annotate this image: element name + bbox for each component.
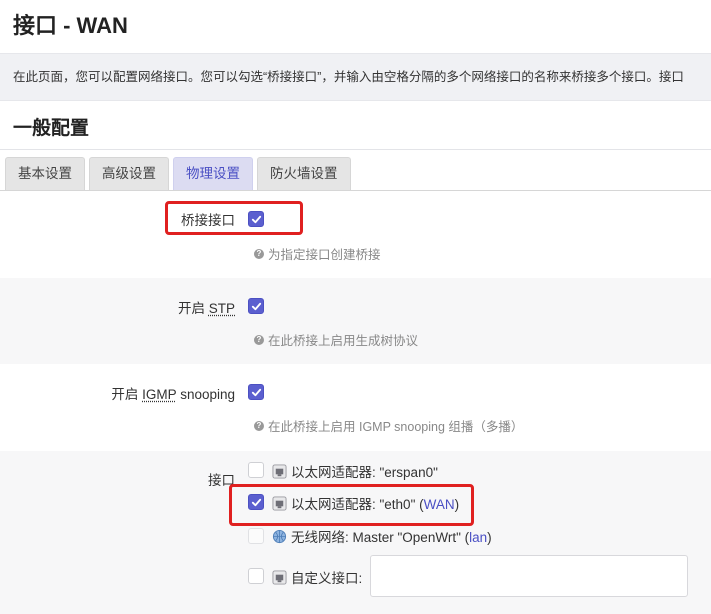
igmp-label-suffix: snooping — [176, 387, 235, 402]
igmp-abbr: IGMP — [142, 387, 177, 402]
ethernet-port-icon — [272, 569, 287, 585]
wifi-globe-icon — [272, 529, 287, 544]
stp-help-text: 在此桥接上启用生成树协议 — [268, 334, 419, 348]
igmp-help: ? 在此桥接上启用 IGMP snooping 组播（多播） — [254, 416, 523, 435]
stp-label: 开启 STP — [178, 297, 235, 317]
checkmark-icon — [251, 302, 261, 310]
bridge-label: 桥接接口 — [181, 213, 235, 228]
iface-eth0-option[interactable]: 以太网适配器: "eth0" (WAN) — [272, 493, 459, 513]
iface-custom-label: 自定义接口: — [291, 571, 363, 586]
iface-erspan0-checkbox[interactable] — [248, 462, 264, 478]
igmp-checkbox[interactable] — [248, 384, 264, 400]
iface-erspan0-option[interactable]: 以太网适配器: "erspan0" — [272, 461, 438, 481]
iface-wireless-text: 无线网络: Master "OpenWrt" ( — [291, 530, 470, 545]
bridge-checkbox[interactable] — [248, 211, 264, 227]
iface-wireless-suffix: ) — [487, 530, 492, 545]
bridge-row: 桥接接口 ? 为指定接口创建桥接 — [0, 191, 711, 278]
question-circle-icon: ? — [254, 420, 264, 431]
checkmark-icon — [251, 388, 261, 396]
iface-eth0-network-link[interactable]: WAN — [424, 497, 455, 512]
igmp-label: 开启 IGMP snooping — [111, 383, 235, 403]
bridge-help-text: 为指定接口创建桥接 — [268, 248, 381, 262]
stp-help: ? 在此桥接上启用生成树协议 — [254, 330, 418, 349]
stp-checkbox[interactable] — [248, 298, 264, 314]
iface-wireless-option[interactable]: 无线网络: Master "OpenWrt" (lan) — [272, 526, 492, 546]
tab-basic-settings[interactable]: 基本设置 — [5, 157, 85, 191]
tab-physical-settings[interactable]: 物理设置 — [173, 157, 253, 191]
section-divider — [0, 149, 711, 150]
checkmark-icon — [251, 498, 261, 506]
iface-wireless-checkbox[interactable] — [248, 528, 264, 544]
ethernet-port-icon — [272, 495, 287, 511]
iface-custom-checkbox[interactable] — [248, 568, 264, 584]
section-title: 一般配置 — [13, 118, 90, 139]
tab-bar: 基本设置 高级设置 物理设置 防火墙设置 — [5, 157, 351, 191]
custom-interface-input[interactable] — [370, 555, 688, 597]
iface-erspan0-label: 以太网适配器: "erspan0" — [291, 465, 438, 480]
tab-advanced-settings[interactable]: 高级设置 — [89, 157, 169, 191]
igmp-row: 开启 IGMP snooping ? 在此桥接上启用 IGMP snooping… — [0, 364, 711, 451]
ethernet-port-icon — [272, 463, 287, 479]
stp-label-prefix: 开启 — [177, 301, 209, 316]
iface-eth0-text: 以太网适配器: "eth0" ( — [291, 497, 424, 512]
iface-eth0-label: 以太网适配器: "eth0" (WAN) — [291, 493, 459, 513]
question-circle-icon: ? — [254, 334, 264, 345]
iface-eth0-suffix: ) — [454, 497, 460, 512]
stp-row: 开启 STP ? 在此桥接上启用生成树协议 — [0, 278, 711, 364]
iface-wireless-label: 无线网络: Master "OpenWrt" (lan) — [291, 526, 492, 546]
question-circle-icon: ? — [254, 248, 264, 259]
iface-eth0-checkbox[interactable] — [248, 494, 264, 510]
igmp-label-prefix: 开启 — [111, 387, 143, 402]
bridge-help: ? 为指定接口创建桥接 — [254, 244, 381, 263]
iface-wireless-network-link[interactable]: lan — [469, 530, 487, 545]
interfaces-label: 接口 — [208, 473, 235, 488]
iface-custom-option[interactable]: 自定义接口: — [272, 567, 362, 587]
igmp-help-text: 在此桥接上启用 IGMP snooping 组播（多播） — [268, 420, 524, 434]
tab-firewall-settings[interactable]: 防火墙设置 — [257, 157, 351, 191]
page-title: 接口 - WAN — [13, 13, 128, 38]
stp-abbr: STP — [208, 301, 235, 316]
page-description: 在此页面，您可以配置网络接口。您可以勾选“桥接接口”，并输入由空格分隔的多个网络… — [0, 53, 711, 101]
checkmark-icon — [251, 215, 261, 223]
